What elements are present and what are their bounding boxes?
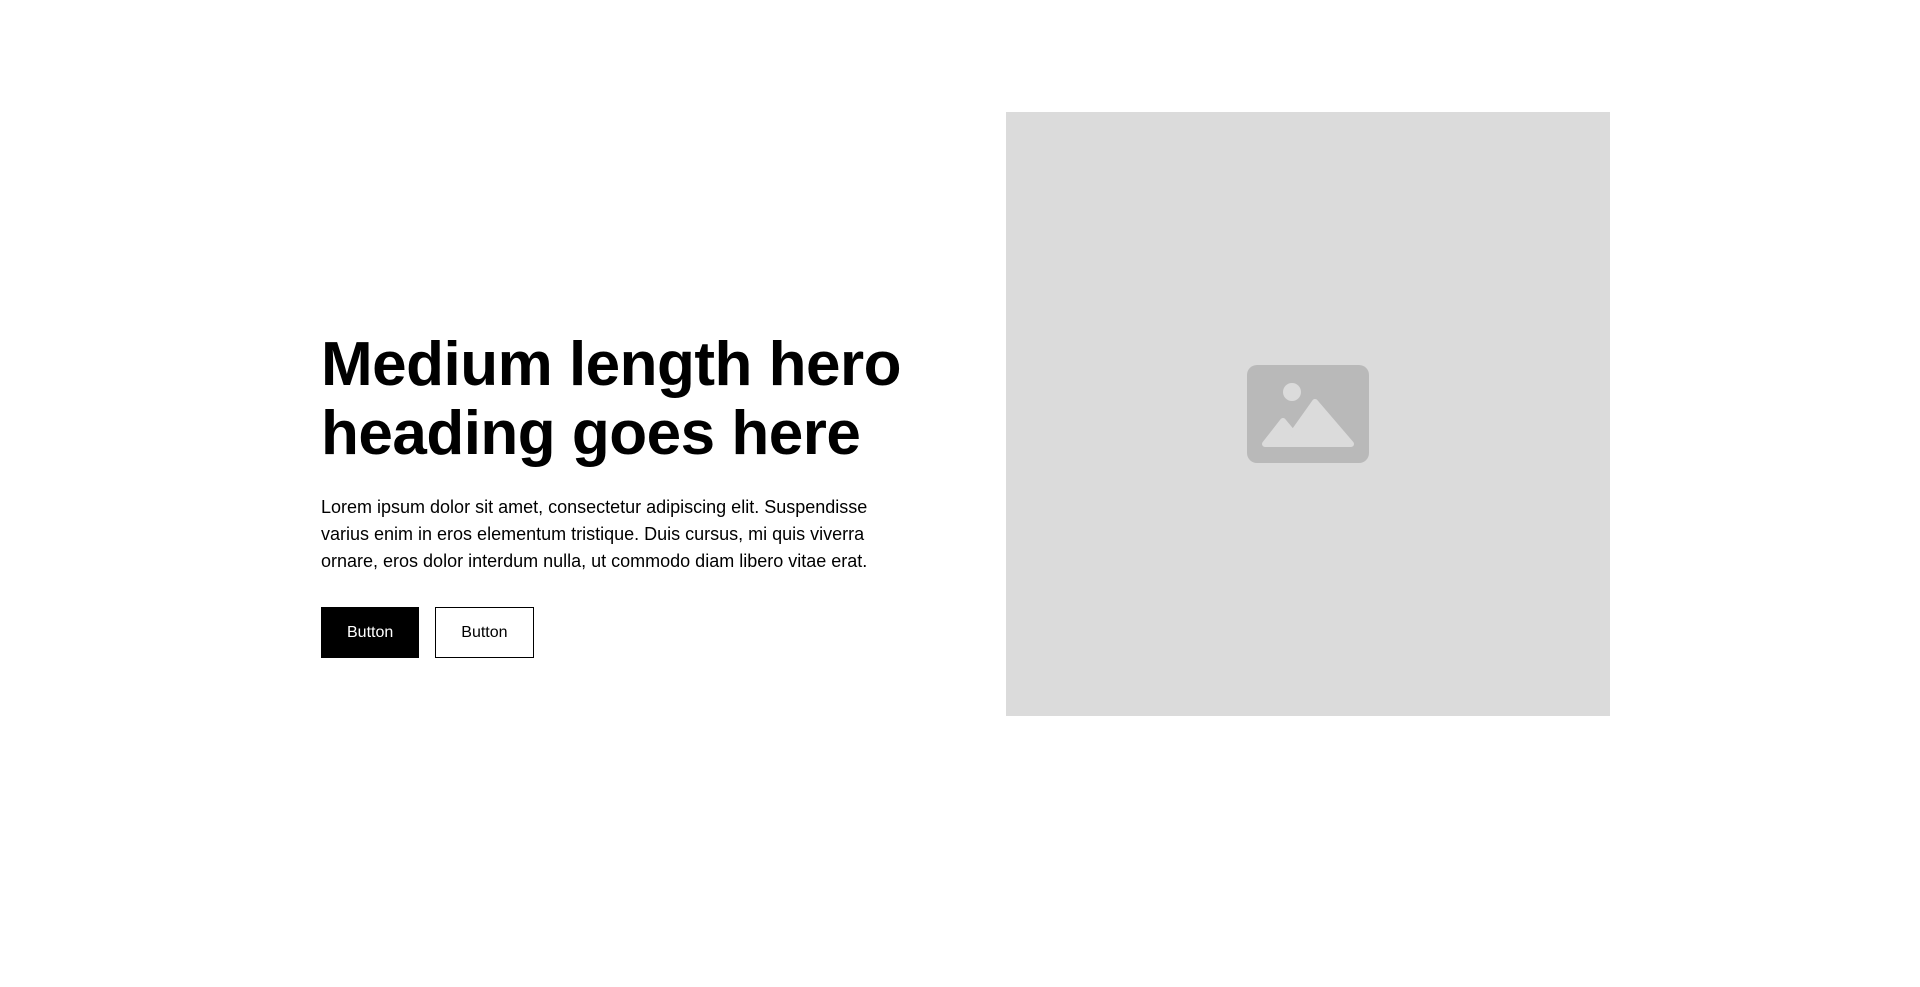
hero-image-placeholder — [1006, 112, 1610, 716]
primary-button[interactable]: Button — [321, 607, 420, 658]
image-icon — [1247, 365, 1369, 463]
hero-actions: Button Button — [321, 607, 911, 658]
hero-heading: Medium length hero heading goes here — [321, 330, 902, 468]
hero-content: Medium length hero heading goes here Lor… — [321, 330, 911, 658]
hero-section: Medium length hero heading goes here Lor… — [0, 0, 1920, 987]
hero-description: Lorem ipsum dolor sit amet, consectetur … — [321, 497, 868, 571]
secondary-button[interactable]: Button — [435, 607, 534, 658]
